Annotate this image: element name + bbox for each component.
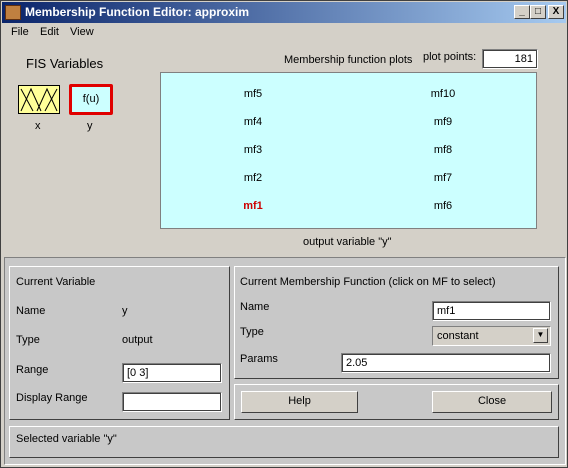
mf-label[interactable]: mf3 — [223, 144, 283, 156]
help-button[interactable]: Help — [241, 391, 358, 413]
mf-plot-area[interactable]: mf5 mf4 mf3 mf2 mf1 mf10 mf9 mf8 mf7 mf6 — [160, 72, 537, 229]
menu-edit[interactable]: Edit — [40, 26, 59, 38]
mf-label[interactable]: mf2 — [223, 172, 283, 184]
mf-label-selected[interactable]: mf1 — [223, 200, 283, 212]
chevron-down-icon[interactable]: ▼ — [533, 328, 548, 343]
mf-type-value: constant — [437, 330, 479, 342]
current-mf-group: Current Membership Function (click on MF… — [234, 266, 559, 379]
variable-name-value: y — [122, 305, 128, 317]
minimize-button[interactable]: _ — [514, 5, 530, 19]
range-label: Range — [16, 364, 49, 376]
mf-label[interactable]: mf6 — [413, 200, 473, 212]
mf-name-input[interactable]: mf1 — [432, 301, 551, 321]
plot-points-input[interactable]: 181 — [482, 49, 538, 69]
output-function-text: f(u) — [82, 93, 100, 105]
mf-label[interactable]: mf4 — [223, 116, 283, 128]
params-label: Params — [240, 353, 278, 365]
mf-label[interactable]: mf9 — [413, 116, 473, 128]
mf-type-select[interactable]: constant ▼ — [432, 326, 551, 346]
variable-type-value: output — [122, 334, 153, 346]
display-range-label: Display Range — [16, 392, 88, 404]
range-input[interactable]: [0 3] — [122, 363, 222, 383]
mf-label[interactable]: mf7 — [413, 172, 473, 184]
variable-type-label: Type — [16, 334, 40, 346]
mf-editor-window: Membership Function Editor: approxim _ □… — [0, 0, 568, 468]
menu-bar: File Edit View — [2, 24, 566, 42]
membership-curves-icon — [20, 87, 58, 112]
maximize-button[interactable]: □ — [530, 5, 546, 19]
mf-name-label: Name — [240, 301, 270, 313]
input-variable-x[interactable] — [18, 85, 60, 114]
mf-label[interactable]: mf10 — [413, 88, 473, 100]
output-variable-caption: output variable "y" — [303, 236, 392, 248]
plot-points-label: plot points: — [423, 51, 477, 63]
title-bar: Membership Function Editor: approxim _ □… — [2, 2, 566, 23]
current-variable-group: Current Variable Name y Type output Rang… — [9, 266, 230, 420]
menu-file[interactable]: File — [11, 26, 29, 38]
output-variable-y[interactable]: f(u) — [69, 84, 113, 115]
window-title: Membership Function Editor: approxim — [25, 5, 250, 19]
mf-type-label: Type — [240, 326, 264, 338]
fis-variables-heading: FIS Variables — [26, 56, 104, 71]
display-range-input[interactable] — [122, 392, 222, 412]
mf-label[interactable]: mf8 — [413, 144, 473, 156]
close-button[interactable]: Close — [432, 391, 552, 413]
buttons-group: Help Close — [234, 384, 559, 420]
params-input[interactable]: 2.05 — [341, 353, 551, 373]
output-variable-label: y — [87, 120, 93, 132]
input-variable-label: x — [35, 120, 41, 132]
mf-label[interactable]: mf5 — [223, 88, 283, 100]
status-bar: Selected variable "y" — [9, 426, 559, 458]
status-text: Selected variable "y" — [16, 433, 117, 445]
matlab-icon — [5, 5, 21, 20]
current-mf-heading: Current Membership Function (click on MF… — [240, 276, 496, 288]
current-variable-heading: Current Variable — [16, 276, 96, 288]
mf-plots-heading: Membership function plots — [284, 54, 413, 66]
close-window-button[interactable]: X — [548, 5, 564, 19]
menu-view[interactable]: View — [70, 26, 94, 38]
variable-name-label: Name — [16, 305, 46, 317]
